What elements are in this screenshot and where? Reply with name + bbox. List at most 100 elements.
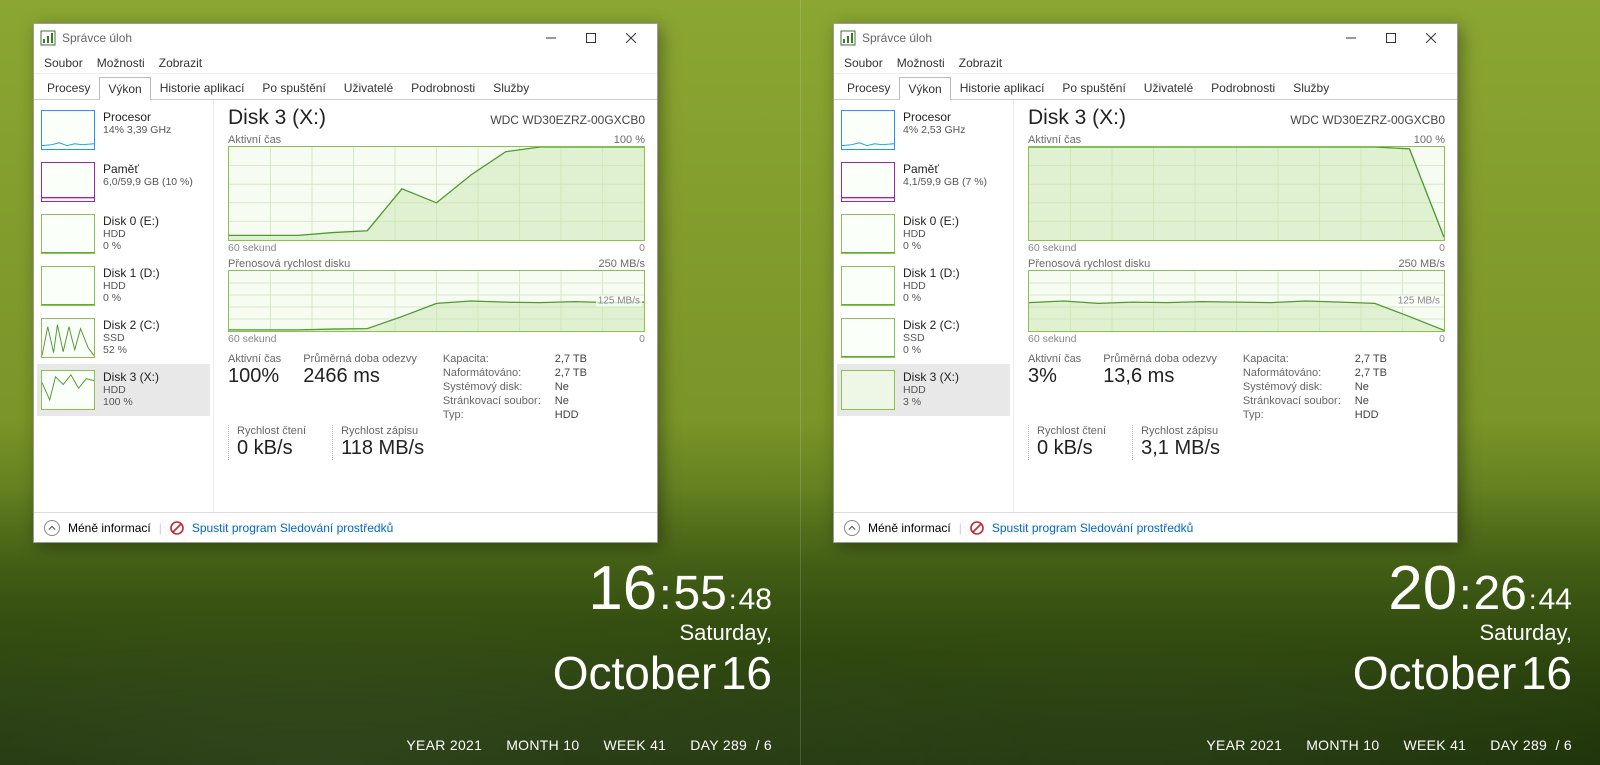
sidebar-item-sub2: 52 % — [103, 344, 160, 356]
sidebar-item-0[interactable]: Procesor 14% 3,39 GHz — [37, 104, 210, 156]
titlebar[interactable]: Správce úloh — [834, 24, 1457, 52]
close-button[interactable] — [1411, 24, 1451, 52]
resource-monitor-link[interactable]: Spustit program Sledování prostředků — [992, 521, 1193, 535]
sidebar-item-4[interactable]: Disk 2 (C:) SSD 52 % — [37, 312, 210, 364]
maximize-button[interactable] — [1371, 24, 1411, 52]
menu-2[interactable]: Zobrazit — [159, 56, 202, 70]
tab-6[interactable]: Služby — [484, 76, 538, 99]
sidebar-item-3[interactable]: Disk 1 (D:) HDD 0 % — [37, 260, 210, 312]
disk-model: WDC WD30EZRZ-00GXCB0 — [1290, 113, 1445, 127]
sidebar-item-title: Disk 2 (C:) — [903, 318, 960, 332]
sidebar-thumb-icon — [41, 266, 95, 306]
tab-3[interactable]: Po spuštění — [253, 76, 334, 99]
sidebar-item-5[interactable]: Disk 3 (X:) HDD 100 % — [37, 364, 210, 416]
kv-key: Typ: — [443, 409, 541, 421]
disk-facts: Kapacita:2,7 TBNaformátováno:2,7 TBSysté… — [443, 353, 587, 421]
fewer-details-link[interactable]: Méně informací — [68, 521, 151, 535]
stat-value: 13,6 ms — [1103, 365, 1217, 388]
menubar: Soubor Možnosti Zobrazit — [834, 52, 1457, 74]
kv-key: Naformátováno: — [1243, 367, 1341, 379]
clock-hours: 16 — [588, 558, 657, 620]
resource-monitor-link[interactable]: Spustit program Sledování prostředků — [192, 521, 393, 535]
kv-key: Typ: — [1243, 409, 1341, 421]
kv-key: Systémový disk: — [443, 381, 541, 393]
menu-1[interactable]: Možnosti — [897, 56, 945, 70]
disk-model: WDC WD30EZRZ-00GXCB0 — [490, 113, 645, 127]
clock-seconds: 48 — [739, 585, 772, 615]
tab-0[interactable]: Procesy — [838, 76, 899, 99]
maximize-button[interactable] — [571, 24, 611, 52]
sidebar-item-title: Disk 3 (X:) — [903, 370, 959, 384]
kv-key: Kapacita: — [1243, 353, 1341, 365]
no-entry-icon — [170, 521, 184, 535]
sidebar-item-sub: HDD — [903, 228, 959, 240]
tab-5[interactable]: Podrobnosti — [402, 76, 484, 99]
minimize-button[interactable] — [1331, 24, 1371, 52]
sidebar-item-title: Disk 1 (D:) — [103, 266, 160, 280]
tab-2[interactable]: Historie aplikací — [951, 76, 1054, 99]
clock-seconds: 44 — [1539, 585, 1572, 615]
close-button[interactable] — [611, 24, 651, 52]
chevron-up-icon[interactable] — [44, 520, 60, 536]
menubar: Soubor Možnosti Zobrazit — [34, 52, 657, 74]
sidebar-item-1[interactable]: Paměť 4,1/59,9 GB (7 %) — [837, 156, 1010, 208]
chart1-label: Aktivní čas — [228, 134, 281, 146]
chart1-max: 100 % — [614, 134, 645, 146]
date-day: 16 — [1521, 647, 1572, 699]
sidebar-item-5[interactable]: Disk 3 (X:) HDD 3 % — [837, 364, 1010, 416]
tab-0[interactable]: Procesy — [38, 76, 99, 99]
disk-facts: Kapacita:2,7 TBNaformátováno:2,7 TBSysté… — [1243, 353, 1387, 421]
chevron-up-icon[interactable] — [844, 520, 860, 536]
tab-4[interactable]: Uživatelé — [335, 76, 402, 99]
chart2-max: 250 MB/s — [599, 258, 645, 270]
sidebar-item-0[interactable]: Procesor 4% 2,53 GHz — [837, 104, 1010, 156]
sidebar-item-title: Paměť — [903, 162, 987, 176]
sidebar-item-sub: 4,1/59,9 GB (7 %) — [903, 176, 987, 188]
fewer-details-link[interactable]: Méně informací — [868, 521, 951, 535]
sidebar-thumb-icon — [41, 370, 95, 410]
date-day: 16 — [721, 647, 772, 699]
tab-6[interactable]: Služby — [1284, 76, 1338, 99]
menu-1[interactable]: Možnosti — [97, 56, 145, 70]
sidebar-item-4[interactable]: Disk 2 (C:) SSD 0 % — [837, 312, 1010, 364]
tab-1[interactable]: Výkon — [99, 77, 150, 100]
sidebar-item-2[interactable]: Disk 0 (E:) HDD 0 % — [837, 208, 1010, 260]
main-panel: Disk 3 (X:) WDC WD30EZRZ-00GXCB0 Aktivní… — [1014, 100, 1457, 512]
sidebar-thumb-icon — [841, 318, 895, 358]
footer: Méně informací | Spustit program Sledová… — [834, 512, 1457, 542]
tabs: ProcesyVýkonHistorie aplikacíPo spuštění… — [34, 74, 657, 100]
kv-val: Ne — [555, 381, 587, 393]
clock-minutes: 55 — [673, 570, 726, 618]
main-panel: Disk 3 (X:) WDC WD30EZRZ-00GXCB0 Aktivní… — [214, 100, 657, 512]
chart-throughput: 125 MB/s — [1028, 270, 1445, 332]
stat-label: Rychlost čtení — [1037, 425, 1106, 437]
kv-key: Naformátováno: — [443, 367, 541, 379]
tab-2[interactable]: Historie aplikací — [151, 76, 254, 99]
menu-2[interactable]: Zobrazit — [959, 56, 1002, 70]
sidebar-item-title: Disk 2 (C:) — [103, 318, 160, 332]
sidebar-thumb-icon — [841, 266, 895, 306]
tab-5[interactable]: Podrobnosti — [1202, 76, 1284, 99]
kv-val: 2,7 TB — [555, 353, 587, 365]
sidebar-item-1[interactable]: Paměť 6,0/59,9 GB (10 %) — [37, 156, 210, 208]
tab-4[interactable]: Uživatelé — [1135, 76, 1202, 99]
sidebar-thumb-icon — [841, 370, 895, 410]
menu-0[interactable]: Soubor — [44, 56, 83, 70]
chart-active-time — [228, 146, 645, 241]
sidebar-item-sub: SSD — [103, 332, 160, 344]
window-title: Správce úloh — [62, 31, 132, 45]
tab-3[interactable]: Po spuštění — [1053, 76, 1134, 99]
minimize-button[interactable] — [531, 24, 571, 52]
menu-0[interactable]: Soubor — [844, 56, 883, 70]
footer: Méně informací | Spustit program Sledová… — [34, 512, 657, 542]
stat-label: Rychlost zápisu — [1141, 425, 1220, 437]
titlebar[interactable]: Správce úloh — [34, 24, 657, 52]
sidebar-item-sub2: 100 % — [103, 396, 159, 408]
stat-value: 118 MB/s — [341, 437, 424, 460]
stat-label: Rychlost zápisu — [341, 425, 424, 437]
sidebar-item-3[interactable]: Disk 1 (D:) HDD 0 % — [837, 260, 1010, 312]
clock-hours: 20 — [1388, 558, 1457, 620]
sidebar-item-2[interactable]: Disk 0 (E:) HDD 0 % — [37, 208, 210, 260]
tab-1[interactable]: Výkon — [899, 77, 950, 100]
kv-val: 2,7 TB — [1355, 367, 1387, 379]
